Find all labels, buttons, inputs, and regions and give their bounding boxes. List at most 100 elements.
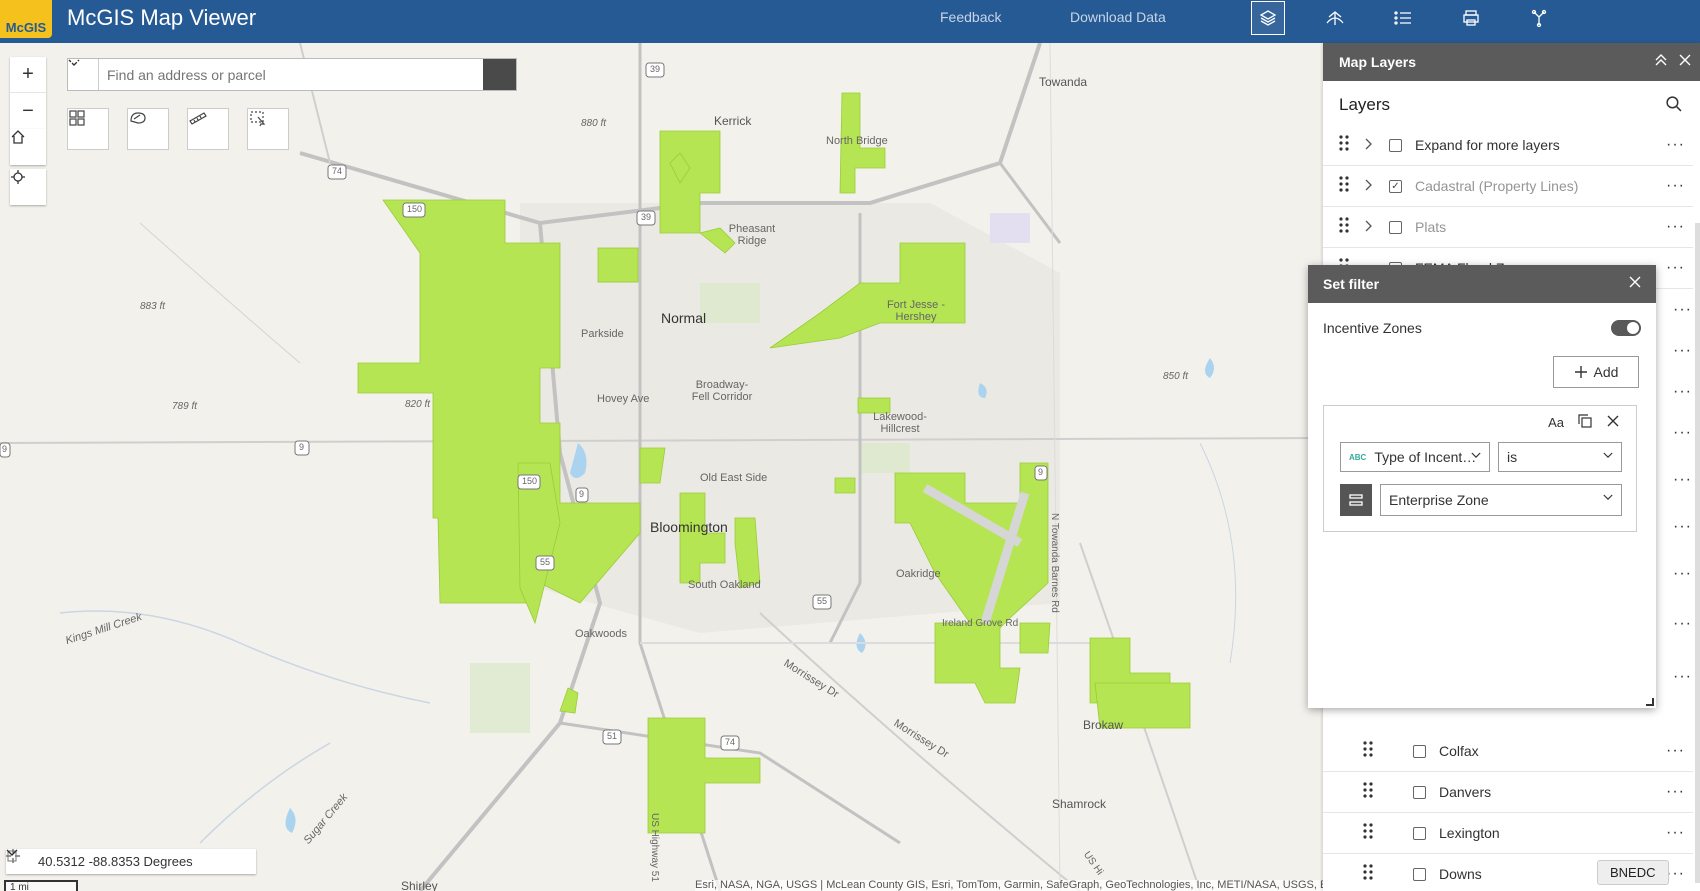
layer-name: Cadastral (Property Lines) <box>1415 178 1579 194</box>
more-options-icon[interactable]: ··· <box>1673 518 1692 536</box>
search-input[interactable] <box>99 59 483 90</box>
layer-visibility-checkbox[interactable] <box>1389 220 1402 234</box>
legend-icon[interactable] <box>1386 1 1420 35</box>
drag-handle-icon[interactable] <box>1363 863 1373 885</box>
more-options-icon[interactable]: ··· <box>1666 218 1685 236</box>
label-hovey-ave: Hovey Ave <box>597 393 650 405</box>
more-options-icon[interactable]: ··· <box>1666 136 1685 154</box>
field-select[interactable]: ABC Type of Incent… <box>1340 442 1490 472</box>
chevron-down-icon <box>1471 451 1481 462</box>
grid-tool-button[interactable] <box>67 108 109 150</box>
measure-tool-button[interactable] <box>187 108 229 150</box>
zoom-out-button[interactable]: − <box>10 93 46 129</box>
mcgis-logo[interactable]: McGIS <box>0 0 52 38</box>
more-options-icon[interactable]: ··· <box>1666 259 1685 277</box>
layer-row[interactable]: Plats ··· <box>1323 207 1693 248</box>
more-options-icon[interactable]: ··· <box>1673 471 1692 489</box>
locate-button[interactable] <box>10 169 46 205</box>
feedback-link[interactable]: Feedback <box>940 9 1001 25</box>
chevron-right-icon[interactable] <box>1365 220 1373 235</box>
label-oakwoods: Oakwoods <box>575 628 627 640</box>
close-icon[interactable] <box>1628 275 1642 292</box>
logo-text: McGIS <box>5 20 47 35</box>
scale-bar: 1 mi <box>4 880 78 891</box>
more-options-icon[interactable]: ··· <box>1673 342 1692 360</box>
delete-clause-icon[interactable] <box>1606 414 1620 431</box>
label-brokaw: Brokaw <box>1083 718 1124 732</box>
print-icon[interactable] <box>1454 1 1488 35</box>
label-north-bridge: North Bridge <box>826 135 888 147</box>
label-kerrick: Kerrick <box>714 114 752 128</box>
ruler-icon <box>189 112 207 125</box>
label-shamrock: Shamrock <box>1052 797 1107 811</box>
grid-icon <box>69 110 85 126</box>
layer-row[interactable]: Expand for more layers ··· <box>1323 125 1693 166</box>
panel-scrollbar[interactable] <box>1695 223 1700 883</box>
more-options-icon[interactable]: ··· <box>1673 565 1692 583</box>
drag-handle-icon[interactable] <box>1339 216 1349 238</box>
route-9-shield: 9 <box>299 442 305 452</box>
route-9-shield: 9 <box>579 489 585 499</box>
sublayer-name: Colfax <box>1439 743 1479 759</box>
draw-tool-button[interactable] <box>127 108 169 150</box>
search-icon[interactable] <box>1665 95 1682 117</box>
more-options-icon[interactable]: ··· <box>1666 824 1685 842</box>
filter-toggle[interactable] <box>1611 320 1641 336</box>
chevron-right-icon[interactable] <box>1365 138 1373 153</box>
drag-handle-icon[interactable] <box>1363 822 1373 844</box>
download-data-link[interactable]: Download Data <box>1070 9 1166 25</box>
resize-handle[interactable] <box>1646 698 1654 706</box>
map-view[interactable]: 39 39 74 150 150 9 9 55 55 51 74 9 9 Tow… <box>0 43 1323 891</box>
zoom-in-button[interactable]: + <box>10 57 46 93</box>
basemap-icon[interactable] <box>1318 1 1352 35</box>
close-icon[interactable] <box>1678 53 1692 70</box>
collapse-icon[interactable] <box>1654 53 1668 70</box>
layer-visibility-checkbox[interactable] <box>1413 867 1426 881</box>
tools-icon[interactable] <box>1522 1 1556 35</box>
drag-handle-icon[interactable] <box>1339 175 1349 197</box>
route-55-shield: 55 <box>540 557 551 567</box>
layer-visibility-checkbox[interactable] <box>1389 138 1402 152</box>
case-sensitive-button[interactable]: Aa <box>1548 415 1564 430</box>
drag-handle-icon[interactable] <box>1363 740 1373 762</box>
more-options-icon[interactable]: ··· <box>1666 783 1685 801</box>
more-options-icon[interactable]: ··· <box>1673 424 1692 442</box>
more-options-icon[interactable]: ··· <box>1673 301 1692 319</box>
select-tool-button[interactable] <box>247 108 289 150</box>
label-broadway-fell: Broadway-Fell Corridor <box>691 379 753 403</box>
layer-visibility-checkbox[interactable]: ✓ <box>1389 179 1402 193</box>
layer-visibility-checkbox[interactable] <box>1413 826 1426 840</box>
bnedc-button[interactable]: BNEDC <box>1597 860 1669 885</box>
layers-icon[interactable] <box>1251 1 1285 35</box>
layer-name: Expand for more layers <box>1415 137 1560 153</box>
home-button[interactable] <box>10 129 46 165</box>
layer-visibility-checkbox[interactable] <box>1413 744 1426 758</box>
sublayer-row[interactable]: Colfax ··· <box>1323 731 1693 772</box>
drag-handle-icon[interactable] <box>1363 781 1373 803</box>
sublayer-row[interactable]: Lexington ··· <box>1323 813 1693 854</box>
more-options-icon[interactable]: ··· <box>1666 177 1685 195</box>
home-icon <box>11 130 25 144</box>
route-74-shield: 74 <box>332 166 343 176</box>
more-options-icon[interactable]: ··· <box>1666 742 1685 760</box>
filter-header: Set filter <box>1308 265 1656 303</box>
route-55-shield: 55 <box>817 596 828 606</box>
value-mode-button[interactable] <box>1340 484 1372 516</box>
route-39-shield: 39 <box>650 64 661 74</box>
filter-title: Set filter <box>1323 276 1380 292</box>
duplicate-icon[interactable] <box>1578 414 1592 431</box>
more-options-icon[interactable]: ··· <box>1673 615 1692 633</box>
more-options-icon[interactable]: ··· <box>1673 383 1692 401</box>
drag-handle-icon[interactable] <box>1339 134 1349 156</box>
search-button[interactable] <box>69 59 516 90</box>
value-select[interactable]: Enterprise Zone <box>1380 484 1622 516</box>
more-options-icon[interactable]: ··· <box>1666 865 1685 883</box>
add-clause-button[interactable]: Add <box>1553 356 1639 388</box>
operator-select[interactable]: is <box>1498 442 1622 472</box>
chevron-right-icon[interactable] <box>1365 179 1373 194</box>
sublayer-row[interactable]: Danvers ··· <box>1323 772 1693 813</box>
panel-title: Map Layers <box>1339 54 1417 70</box>
layer-visibility-checkbox[interactable] <box>1413 785 1426 799</box>
layer-row[interactable]: ✓ Cadastral (Property Lines) ··· <box>1323 166 1693 207</box>
more-options-icon[interactable]: ··· <box>1673 668 1692 686</box>
